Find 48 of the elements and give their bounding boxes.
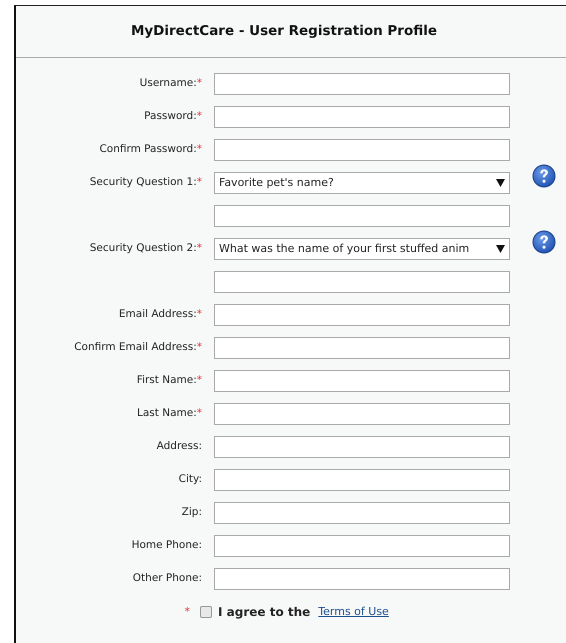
field-label: Username: bbox=[140, 77, 197, 90]
required-mark: * bbox=[196, 308, 202, 320]
input-field[interactable] bbox=[214, 535, 510, 557]
required-mark: * bbox=[196, 407, 202, 420]
answer-field[interactable] bbox=[214, 205, 510, 227]
terms-checkbox[interactable] bbox=[200, 606, 212, 618]
help-icon[interactable] bbox=[532, 164, 556, 188]
input-field[interactable] bbox=[214, 304, 510, 326]
required-mark: * bbox=[196, 242, 202, 254]
input-field[interactable] bbox=[214, 337, 510, 359]
field-label: Security Question 1: bbox=[90, 176, 197, 188]
input-field[interactable] bbox=[214, 139, 510, 161]
security-question-select[interactable]: Favorite pet's name? bbox=[214, 172, 510, 194]
input-field[interactable] bbox=[214, 106, 510, 128]
input-field[interactable] bbox=[214, 502, 510, 524]
required-mark: * bbox=[196, 374, 202, 386]
field-label: First Name: bbox=[136, 374, 197, 386]
field-label: Other Phone: bbox=[132, 572, 202, 584]
required-mark: * bbox=[184, 604, 190, 618]
field-label: Zip: bbox=[182, 506, 202, 518]
input-field[interactable] bbox=[214, 436, 510, 458]
required-mark: * bbox=[196, 110, 202, 122]
input-field[interactable] bbox=[214, 568, 510, 590]
input-field[interactable] bbox=[214, 370, 510, 392]
form-title: MyDirectCare - User Registration Profile bbox=[130, 22, 438, 42]
help-icon[interactable] bbox=[532, 230, 556, 254]
field-label: Confirm Email Address: bbox=[74, 341, 197, 354]
agreement-text: I agree to the bbox=[218, 604, 310, 621]
input-field[interactable] bbox=[214, 403, 510, 425]
field-label: Address: bbox=[156, 440, 202, 452]
field-label: Home Phone: bbox=[132, 539, 202, 552]
field-label: Last Name: bbox=[137, 407, 197, 420]
answer-field[interactable] bbox=[214, 271, 510, 293]
field-label: Confirm Password: bbox=[99, 143, 197, 156]
required-mark: * bbox=[196, 176, 202, 188]
field-label: City: bbox=[178, 473, 202, 486]
dropdown-caret-icon bbox=[496, 179, 505, 187]
dropdown-caret-icon bbox=[496, 245, 505, 253]
field-label: Email Address: bbox=[118, 308, 197, 320]
security-question-select[interactable]: What was the name of your first stuffed anim bbox=[214, 238, 510, 260]
required-mark: * bbox=[196, 143, 202, 156]
field-label: Security Question 2: bbox=[90, 242, 197, 254]
input-field[interactable] bbox=[214, 73, 510, 95]
required-mark: * bbox=[196, 77, 202, 90]
field-label: Password: bbox=[144, 110, 197, 122]
input-field[interactable] bbox=[214, 469, 510, 491]
terms-of-use-link[interactable]: Terms of Use bbox=[318, 604, 389, 620]
required-mark: * bbox=[196, 341, 202, 354]
